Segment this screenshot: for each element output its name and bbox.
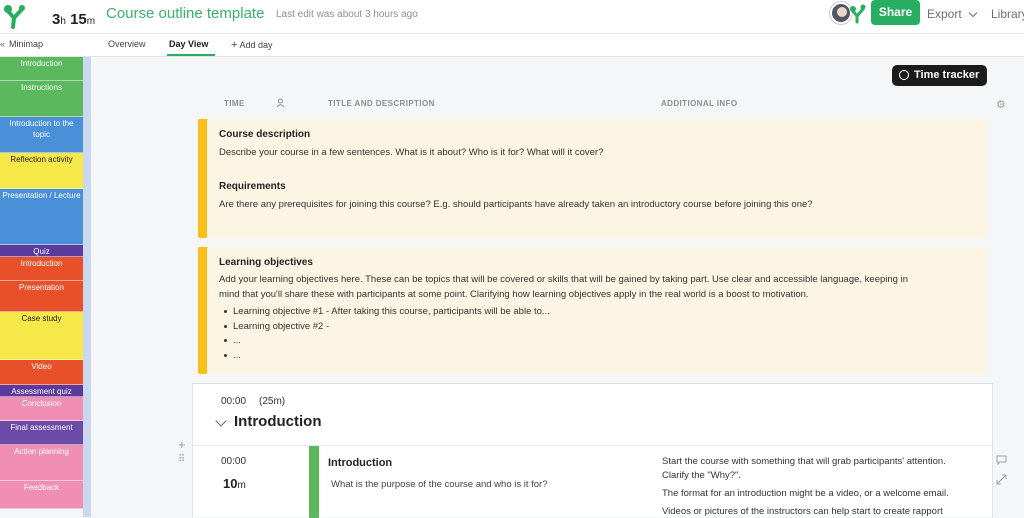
minimap-block[interactable]: Introduction to the topic xyxy=(0,117,83,153)
page-title[interactable]: Course outline template xyxy=(106,5,264,22)
minimap-block[interactable]: Feedback xyxy=(0,481,83,509)
minimap-block[interactable]: Quiz xyxy=(0,245,83,257)
column-header-time: TIME xyxy=(224,99,245,108)
minimap-block[interactable]: Presentation xyxy=(0,281,83,312)
list-item: ... xyxy=(224,335,241,346)
chevron-down-icon xyxy=(968,8,978,18)
learning-objectives-text-1: Add your learning objectives here. These… xyxy=(219,274,908,285)
export-menu[interactable]: Export xyxy=(927,7,978,21)
stopwatch-icon xyxy=(899,70,909,80)
tab-bar: «Minimap Overview Day View + Add day xyxy=(0,34,1024,57)
minimap-block[interactable]: Introduction xyxy=(0,257,83,281)
minimap-block[interactable]: Reflection activity xyxy=(0,153,83,189)
minimap-block[interactable]: Instructions xyxy=(0,81,83,117)
activity-title[interactable]: Introduction xyxy=(328,457,392,469)
time-tracker-label: Time tracker xyxy=(914,69,980,81)
minimap-block[interactable]: Introduction xyxy=(0,57,83,81)
activity-info-line[interactable]: Videos or pictures of the instructors ca… xyxy=(662,506,943,517)
activity-start-time: 00:00 xyxy=(221,456,247,467)
section-start-time: 00:00 xyxy=(221,396,247,407)
minimap-block[interactable]: Final assessment xyxy=(0,421,83,445)
minimap-label: Minimap xyxy=(9,39,44,49)
course-description-text: Describe your course in a few sentences.… xyxy=(219,147,604,158)
minimap-block[interactable]: Assessment quiz xyxy=(0,385,83,397)
list-item: Learning objective #2 - xyxy=(223,321,330,332)
tab-overview[interactable]: Overview xyxy=(108,39,146,49)
activity-color-bar[interactable] xyxy=(309,446,319,518)
double-chevron-left-icon: « xyxy=(0,39,6,49)
minimap-scroll-strip[interactable] xyxy=(83,57,91,517)
course-description-note[interactable]: Course description Describe your course … xyxy=(198,119,987,238)
total-duration: 3h 15m xyxy=(52,11,96,28)
minimap-block[interactable]: Action planning xyxy=(0,445,83,481)
activity-duration[interactable]: 10m xyxy=(223,476,246,491)
minimap-block[interactable]: Presentation / Lecture xyxy=(0,189,83,245)
share-button[interactable]: Share xyxy=(871,0,920,25)
activity-info-line[interactable]: Clarify the "Why?". xyxy=(662,470,741,481)
list-item: ... xyxy=(224,350,241,361)
activity-info-line[interactable]: The format for an introduction might be … xyxy=(662,488,949,499)
plus-icon: + xyxy=(231,39,238,51)
minimap-sidebar: Introduction Instructions Introduction to … xyxy=(0,57,83,517)
export-label: Export xyxy=(927,7,962,21)
section-duration: (25m) xyxy=(259,396,286,407)
comment-icon[interactable] xyxy=(996,455,1007,465)
expand-icon[interactable] xyxy=(996,474,1007,485)
time-tracker-button[interactable]: Time tracker xyxy=(892,65,987,86)
collaborator-logo-icon[interactable] xyxy=(848,2,868,24)
requirements-heading: Requirements xyxy=(219,181,286,192)
person-icon[interactable] xyxy=(276,98,285,108)
minimap-block[interactable]: Video xyxy=(0,360,83,385)
section-title[interactable]: Introduction xyxy=(234,413,321,430)
minimap-toggle[interactable]: «Minimap xyxy=(0,39,43,49)
learning-objectives-heading: Learning objectives xyxy=(219,257,313,268)
tab-day-view[interactable]: Day View xyxy=(169,39,208,49)
drag-handle-icon[interactable]: ⠿ xyxy=(178,454,185,465)
activity-info-line[interactable]: Start the course with something that wil… xyxy=(662,456,946,467)
requirements-text: Are there any prerequisites for joining … xyxy=(219,199,813,210)
list-item: Learning objective #1 - After taking thi… xyxy=(224,306,550,317)
library-menu[interactable]: Library xyxy=(991,7,1024,21)
top-bar: 3h 15m Course outline template Last edit… xyxy=(0,0,1024,34)
column-header-info: ADDITIONAL INFO xyxy=(661,99,738,108)
learning-objectives-note[interactable]: Learning objectives Add your learning ob… xyxy=(198,247,987,374)
app-logo-icon[interactable] xyxy=(2,3,28,29)
add-day-label: Add day xyxy=(239,40,273,50)
active-tab-indicator xyxy=(167,54,215,56)
last-edit-status: Last edit was about 3 hours ago xyxy=(276,9,418,20)
course-description-heading: Course description xyxy=(219,129,311,140)
column-header-title: TITLE AND DESCRIPTION xyxy=(328,99,435,108)
add-day-button[interactable]: + Add day xyxy=(231,39,272,51)
gear-icon[interactable]: ⚙ xyxy=(996,98,1006,111)
chevron-down-icon[interactable] xyxy=(215,415,227,427)
minimap-block[interactable]: Conclusion xyxy=(0,397,83,421)
minimap-block[interactable]: Case study xyxy=(0,312,83,360)
activity-description[interactable]: What is the purpose of the course and wh… xyxy=(331,479,548,490)
add-activity-icon[interactable]: + xyxy=(178,437,186,452)
section-introduction[interactable]: 00:00 (25m) Introduction 00:00 10m Intro… xyxy=(192,383,994,518)
learning-objectives-text-2: mind that you'll share these with partic… xyxy=(219,289,809,300)
